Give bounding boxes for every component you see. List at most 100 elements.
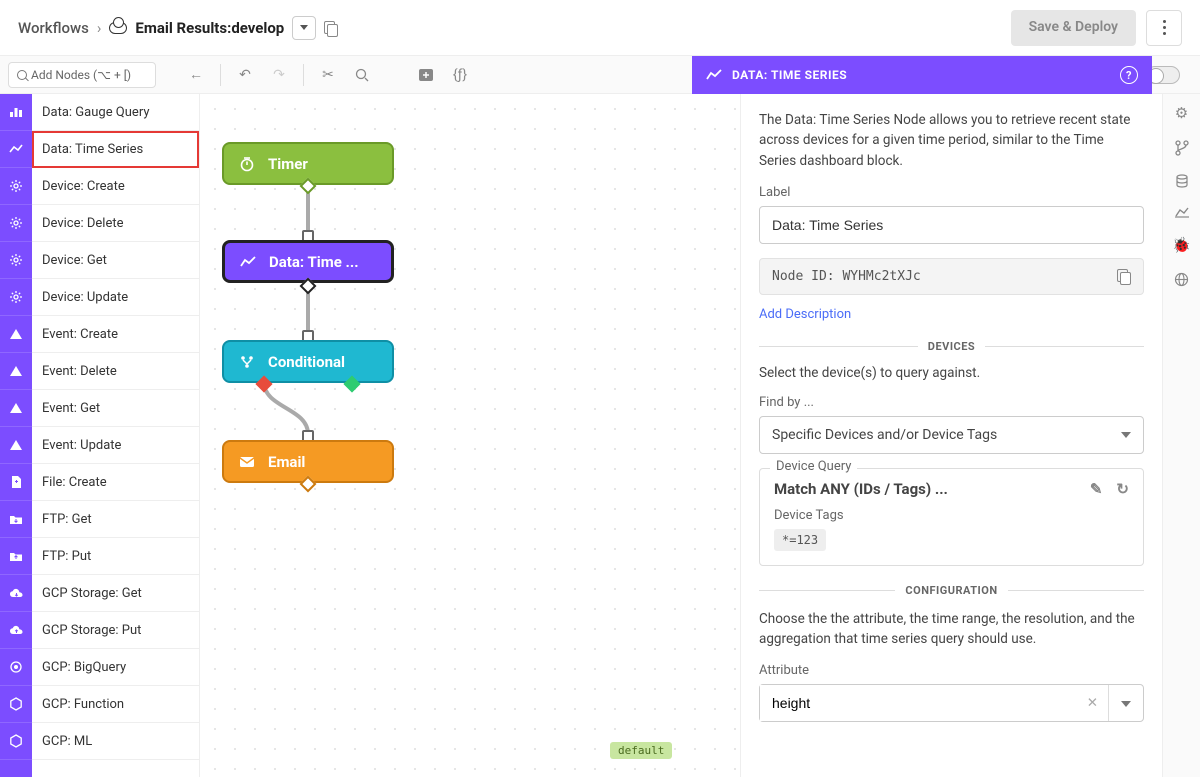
palette-icon[interactable]	[0, 686, 32, 723]
node-palette: Data: Gauge QueryData: Time SeriesDevice…	[0, 94, 200, 777]
cut-button[interactable]: ✂	[314, 61, 342, 89]
workflow-branch: develop	[231, 19, 284, 37]
panel-description: The Data: Time Series Node allows you to…	[759, 110, 1144, 171]
add-description-link[interactable]: Add Description	[759, 307, 1144, 322]
node-label: Email	[268, 453, 305, 471]
palette-icon[interactable]	[0, 279, 32, 316]
palette-icon[interactable]	[0, 575, 32, 612]
add-node-button[interactable]	[412, 61, 440, 89]
node-label: Conditional	[268, 353, 345, 371]
palette-icon[interactable]	[0, 723, 32, 760]
redo-button[interactable]: ↷	[265, 61, 293, 89]
attribute-dropdown[interactable]	[1108, 685, 1143, 721]
devices-header: DEVICES	[928, 340, 975, 353]
save-deploy-button[interactable]: Save & Deploy	[1011, 10, 1136, 46]
label-field-label: Label	[759, 185, 1144, 200]
palette-item[interactable]: GCP: Function	[32, 686, 199, 723]
palette-item[interactable]: File: Create	[32, 464, 199, 501]
palette-icon[interactable]	[0, 649, 32, 686]
palette-icon[interactable]	[0, 501, 32, 538]
search-icon	[17, 70, 27, 80]
find-by-select[interactable]: Specific Devices and/or Device Tags	[759, 416, 1144, 454]
palette-item[interactable]: Data: Gauge Query	[32, 94, 199, 131]
palette-item[interactable]: Event: Get	[32, 390, 199, 427]
device-tag-chip[interactable]: *=123	[774, 529, 826, 551]
search-nodes-input[interactable]: Add Nodes (⌥ + [)	[8, 62, 156, 88]
palette-item[interactable]: FTP: Put	[32, 538, 199, 575]
globe-icon[interactable]	[1174, 272, 1189, 287]
palette-icon[interactable]	[0, 612, 32, 649]
palette-item[interactable]: GCP Storage: Put	[32, 612, 199, 649]
edit-query-icon[interactable]: ✎	[1090, 480, 1103, 498]
node-label: Timer	[268, 155, 308, 173]
breadcrumb: Workflows › Email Results:develop	[18, 16, 338, 40]
database-icon[interactable]	[1175, 174, 1189, 188]
zoom-out-button[interactable]	[348, 61, 376, 89]
label-input[interactable]	[759, 206, 1144, 244]
branch-icon[interactable]	[1175, 140, 1189, 156]
palette-item[interactable]: Device: Create	[32, 168, 199, 205]
more-menu-button[interactable]	[1146, 10, 1182, 46]
search-placeholder: Add Nodes (⌥ + [)	[31, 68, 131, 82]
branch-icon	[238, 353, 256, 371]
configuration-text: Choose the the attribute, the time range…	[759, 609, 1144, 650]
palette-icon[interactable]	[0, 390, 32, 427]
device-query-value: Match ANY (IDs / Tags) ...	[774, 480, 948, 498]
attribute-select[interactable]: ✕	[759, 684, 1144, 722]
email-icon	[238, 453, 256, 471]
attribute-label: Attribute	[759, 663, 1144, 678]
node-label: Data: Time ...	[269, 253, 359, 271]
chart-icon[interactable]	[1175, 206, 1189, 218]
refresh-query-icon[interactable]: ↻	[1116, 480, 1129, 498]
panel-title: DATA: TIME SERIES	[732, 68, 847, 82]
palette-icon[interactable]	[0, 131, 32, 168]
settings-icon[interactable]: ⚙	[1175, 104, 1188, 122]
time-series-icon	[706, 69, 722, 81]
debug-icon[interactable]: 🐞	[1172, 236, 1191, 254]
attribute-input[interactable]	[760, 685, 1077, 721]
clear-attribute-icon[interactable]: ✕	[1077, 695, 1108, 711]
palette-item[interactable]: GCP: ML	[32, 723, 199, 760]
palette-icon[interactable]	[0, 427, 32, 464]
palette-item[interactable]: Event: Update	[32, 427, 199, 464]
palette-item[interactable]: Device: Get	[32, 242, 199, 279]
properties-panel: The Data: Time Series Node allows you to…	[740, 94, 1200, 777]
code-button[interactable]: {ƒ}	[446, 61, 474, 89]
workflow-name: Email Results:	[135, 19, 231, 37]
palette-item[interactable]: GCP: BigQuery	[32, 649, 199, 686]
branch-dropdown[interactable]	[292, 16, 316, 40]
timer-icon	[238, 155, 256, 173]
palette-icon[interactable]	[0, 205, 32, 242]
palette-icon[interactable]	[0, 353, 32, 390]
palette-item[interactable]: Event: Delete	[32, 353, 199, 390]
palette-icon[interactable]	[0, 242, 32, 279]
palette-item[interactable]: Device: Delete	[32, 205, 199, 242]
help-icon[interactable]: ?	[1120, 66, 1138, 84]
node-id-display: Node ID: WYHMc2tXJc	[759, 258, 1144, 295]
palette-icon[interactable]	[0, 538, 32, 575]
node-conditional[interactable]: Conditional	[222, 340, 394, 383]
device-query-label: Device Query	[770, 459, 857, 474]
palette-item[interactable]: Device: Update	[32, 279, 199, 316]
chevron-right-icon: ›	[97, 19, 102, 37]
time-series-icon	[239, 253, 257, 271]
copy-node-id-icon[interactable]	[1117, 269, 1131, 283]
palette-item[interactable]: Data: Time Series	[32, 131, 199, 168]
palette-icon[interactable]	[0, 316, 32, 353]
palette-item[interactable]: GCP Storage: Get	[32, 575, 199, 612]
palette-icon[interactable]	[0, 464, 32, 501]
palette-item[interactable]: FTP: Get	[32, 501, 199, 538]
workflow-canvas[interactable]: Timer Data: Time ... Conditional	[200, 94, 740, 777]
workflows-link[interactable]: Workflows	[18, 19, 89, 37]
chevron-down-icon	[1121, 432, 1131, 438]
back-button[interactable]: ←	[182, 61, 210, 89]
palette-item[interactable]: Event: Create	[32, 316, 199, 353]
configuration-header: CONFIGURATION	[905, 584, 997, 597]
copy-icon[interactable]	[324, 21, 338, 35]
device-tags-label: Device Tags	[774, 508, 1129, 523]
cloud-icon	[109, 22, 127, 34]
undo-button[interactable]: ↶	[231, 61, 259, 89]
devices-text: Select the device(s) to query against.	[759, 365, 1144, 381]
palette-icon[interactable]	[0, 168, 32, 205]
palette-icon[interactable]	[0, 94, 32, 131]
